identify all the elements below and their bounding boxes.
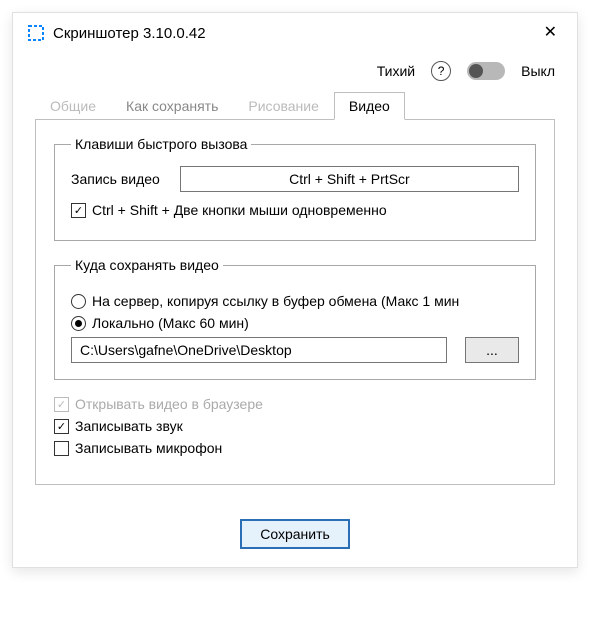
save-location-group: Куда сохранять видео На сервер, копируя … xyxy=(54,257,536,380)
record-video-hotkey-input[interactable]: Ctrl + Shift + PrtScr xyxy=(180,166,519,192)
mouse-combo-checkbox[interactable] xyxy=(71,203,86,218)
mouse-combo-label: Ctrl + Shift + Две кнопки мыши одновреме… xyxy=(92,202,387,218)
hotkeys-group: Клавиши быстрого вызова Запись видео Ctr… xyxy=(54,136,536,241)
window-title: Скриншотер 3.10.0.42 xyxy=(53,25,538,42)
tab-general[interactable]: Общие xyxy=(35,92,111,120)
tab-video-panel: Клавиши быстрого вызова Запись видео Ctr… xyxy=(35,120,555,485)
app-icon xyxy=(27,24,45,42)
help-icon[interactable]: ? xyxy=(431,61,451,81)
record-sound-checkbox[interactable] xyxy=(54,419,69,434)
save-server-radio[interactable] xyxy=(71,294,86,309)
open-browser-label: Открывать видео в браузере xyxy=(75,396,263,412)
save-path-input[interactable]: C:\Users\gafne\OneDrive\Desktop xyxy=(71,337,447,363)
record-mic-label: Записывать микрофон xyxy=(75,440,222,456)
titlebar: Скриншотер 3.10.0.42 ✕ xyxy=(13,13,577,53)
content-area: Общие Как сохранять Рисование Видео Клав… xyxy=(13,85,577,505)
quiet-mode-label: Тихий xyxy=(377,63,415,79)
tab-drawing[interactable]: Рисование xyxy=(233,92,334,120)
save-local-radio[interactable] xyxy=(71,316,86,331)
save-local-label: Локально (Макс 60 мин) xyxy=(92,315,249,331)
quiet-mode-toggle[interactable] xyxy=(467,62,505,80)
hotkeys-legend: Клавиши быстрого вызова xyxy=(71,136,251,152)
toggle-state-label: Выкл xyxy=(521,63,555,79)
top-controls: Тихий ? Выкл xyxy=(13,53,577,85)
save-button[interactable]: Сохранить xyxy=(240,519,350,549)
tab-video[interactable]: Видео xyxy=(334,92,405,120)
record-sound-label: Записывать звук xyxy=(75,418,183,434)
browse-button-label: ... xyxy=(486,342,498,358)
save-path-text: C:\Users\gafne\OneDrive\Desktop xyxy=(80,342,292,358)
record-mic-checkbox[interactable] xyxy=(54,441,69,456)
browse-button[interactable]: ... xyxy=(465,337,519,363)
close-button[interactable]: ✕ xyxy=(538,23,563,43)
save-button-label: Сохранить xyxy=(260,526,330,542)
save-location-legend: Куда сохранять видео xyxy=(71,257,223,273)
record-video-label: Запись видео xyxy=(71,171,160,187)
open-browser-checkbox xyxy=(54,397,69,412)
settings-window: Скриншотер 3.10.0.42 ✕ Тихий ? Выкл Общи… xyxy=(12,12,578,568)
tab-strip: Общие Как сохранять Рисование Видео xyxy=(35,91,555,120)
save-server-label: На сервер, копируя ссылку в буфер обмена… xyxy=(92,293,459,309)
footer: Сохранить xyxy=(13,505,577,567)
record-video-hotkey-text: Ctrl + Shift + PrtScr xyxy=(289,171,410,187)
tab-how-save[interactable]: Как сохранять xyxy=(111,92,233,120)
